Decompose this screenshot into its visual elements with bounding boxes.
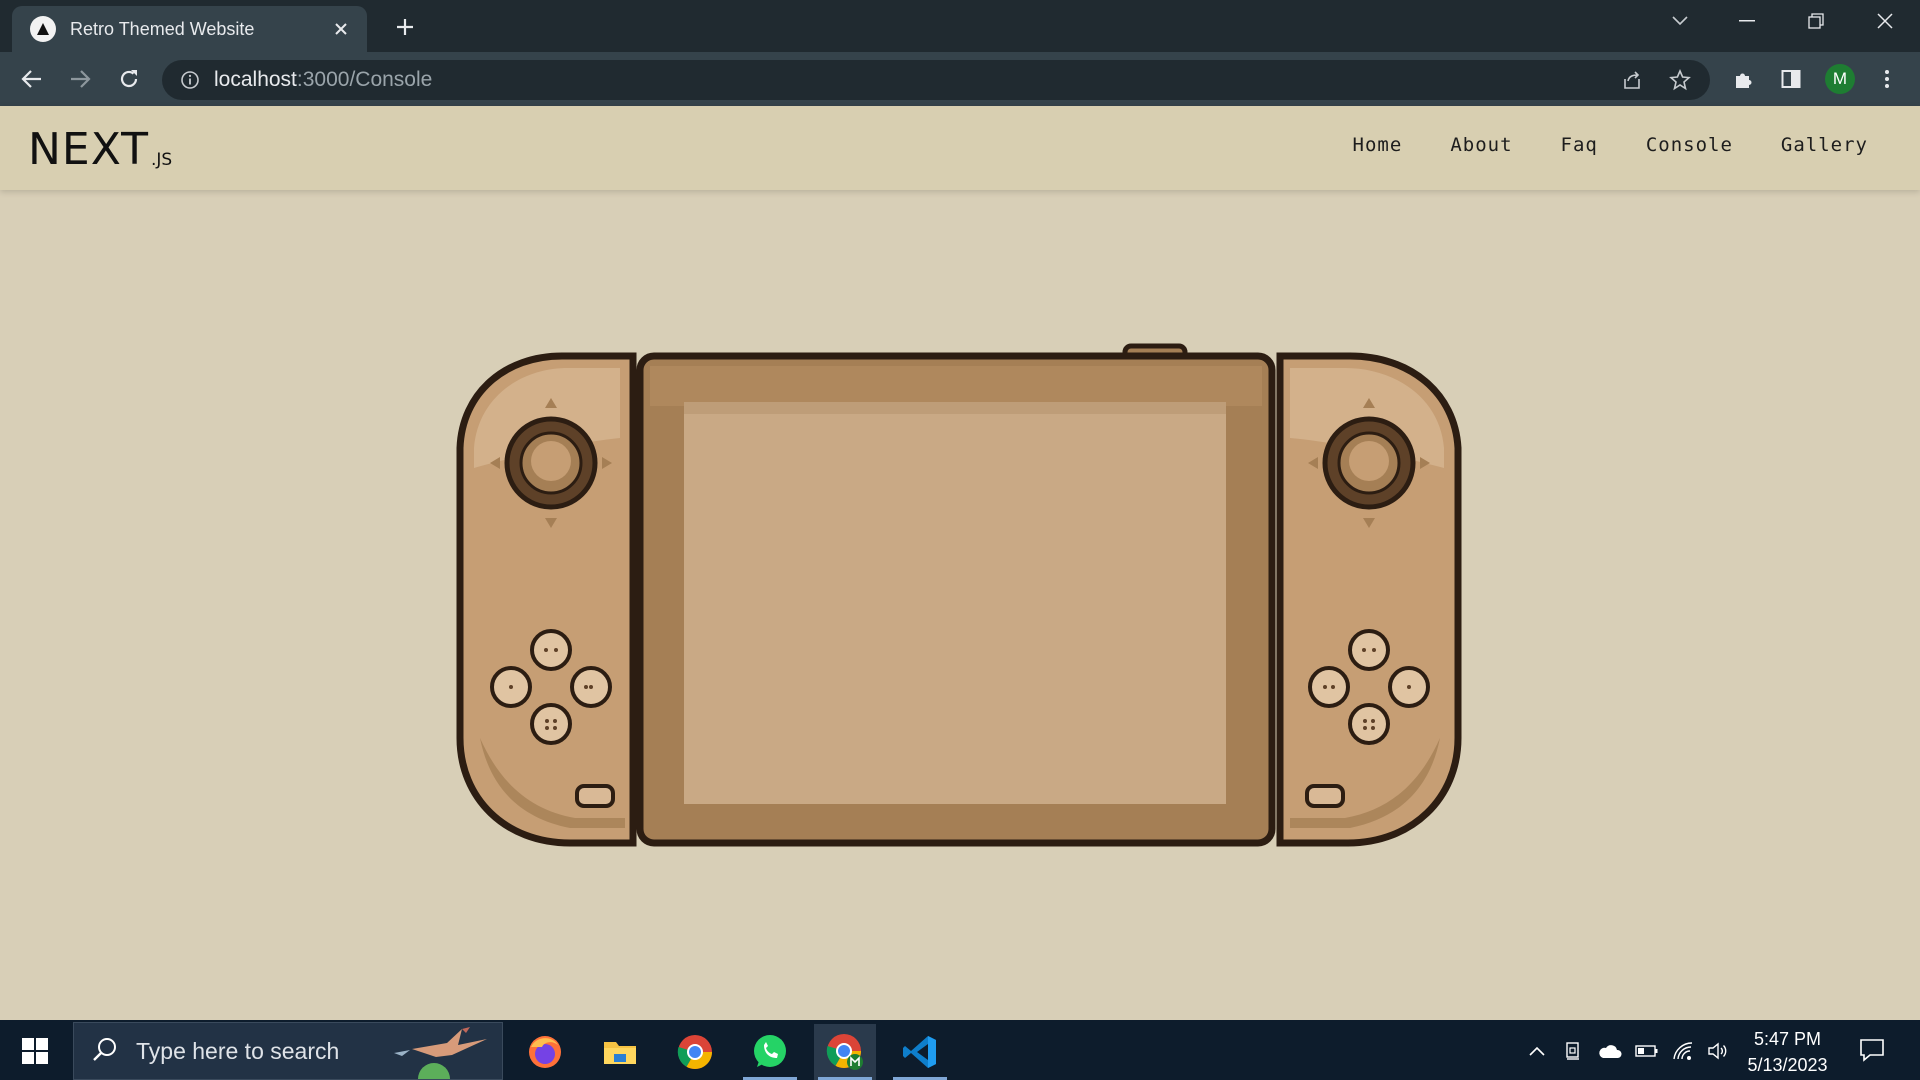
tab-search-chevron-icon[interactable]	[1652, 0, 1708, 42]
bookmark-star-icon[interactable]	[1665, 65, 1695, 95]
share-icon[interactable]	[1617, 65, 1647, 95]
extensions-puzzle-icon[interactable]	[1729, 64, 1759, 94]
nav-link-about[interactable]: About	[1450, 134, 1512, 156]
tray-device-icon[interactable]	[1560, 1038, 1586, 1064]
console-screen	[684, 402, 1226, 804]
taskbar-firefox-icon[interactable]	[514, 1024, 576, 1080]
taskbar-search-box[interactable]: Type here to search	[73, 1022, 503, 1080]
tray-onedrive-cloud-icon[interactable]	[1597, 1038, 1623, 1064]
close-window-icon[interactable]	[1857, 0, 1913, 42]
close-tab-icon[interactable]	[329, 17, 353, 41]
right-home-button	[1305, 784, 1345, 808]
nav-links: Home About Faq Console Gallery	[1353, 134, 1868, 156]
nav-link-faq[interactable]: Faq	[1561, 134, 1598, 156]
tray-wifi-icon[interactable]	[1670, 1038, 1696, 1064]
taskbar-file-explorer-icon[interactable]	[589, 1024, 651, 1080]
browser-menu-icon[interactable]	[1872, 64, 1902, 94]
nav-link-gallery[interactable]: Gallery	[1781, 134, 1868, 156]
search-highlight-bird-icon	[392, 1025, 496, 1080]
console-body	[636, 343, 1276, 847]
tray-battery-icon[interactable]	[1634, 1038, 1660, 1064]
site-navbar: NEXT .JS Home About Faq Console Gallery	[0, 106, 1920, 190]
browser-tab[interactable]: Retro Themed Website	[12, 6, 367, 52]
nav-link-console[interactable]: Console	[1646, 134, 1733, 156]
right-joycon	[1276, 352, 1462, 847]
taskbar-chrome-icon[interactable]	[664, 1024, 726, 1080]
notification-center-icon[interactable]	[1856, 1034, 1888, 1066]
nav-link-home[interactable]: Home	[1353, 134, 1403, 156]
left-capture-button	[575, 784, 615, 808]
windows-taskbar: Type here to search 5:47 PM 5/13/2023	[0, 1020, 1920, 1080]
nextjs-logo[interactable]: NEXT .JS	[28, 128, 172, 172]
search-placeholder: Type here to search	[136, 1037, 340, 1064]
address-bar[interactable]: localhost:3000/Console	[162, 60, 1710, 100]
url-text: localhost:3000/Console	[214, 68, 433, 91]
nextjs-favicon-icon	[30, 16, 56, 42]
profile-avatar[interactable]: M	[1825, 64, 1855, 94]
browser-tab-strip: Retro Themed Website	[0, 0, 1920, 52]
taskbar-whatsapp-icon[interactable]	[739, 1024, 801, 1080]
site-info-icon[interactable]	[178, 68, 202, 92]
left-joycon	[456, 352, 637, 847]
tab-title: Retro Themed Website	[70, 18, 255, 39]
minimize-icon[interactable]	[1719, 0, 1775, 42]
windows-start-icon[interactable]	[14, 1034, 56, 1068]
tray-overflow-chevron-icon[interactable]	[1524, 1038, 1550, 1064]
browser-toolbar: localhost:3000/Console M	[0, 52, 1920, 106]
console-illustration	[450, 338, 1470, 858]
clock-date: 5/13/2023	[1747, 1055, 1828, 1075]
page-content: NEXT .JS Home About Faq Console Gallery	[0, 106, 1920, 1020]
taskbar-vscode-icon[interactable]	[889, 1024, 951, 1080]
taskbar-chrome-profile-icon[interactable]	[814, 1024, 876, 1080]
side-panel-icon[interactable]	[1776, 64, 1806, 94]
taskbar-clock[interactable]: 5:47 PM 5/13/2023	[1735, 1026, 1840, 1078]
back-arrow-icon[interactable]	[17, 64, 47, 94]
forward-arrow-icon[interactable]	[65, 64, 95, 94]
restore-icon[interactable]	[1788, 0, 1844, 42]
tray-volume-icon[interactable]	[1705, 1038, 1731, 1064]
clock-time: 5:47 PM	[1753, 1029, 1822, 1049]
reload-icon[interactable]	[114, 64, 144, 94]
search-icon	[92, 1036, 118, 1067]
new-tab-icon[interactable]	[390, 12, 420, 42]
